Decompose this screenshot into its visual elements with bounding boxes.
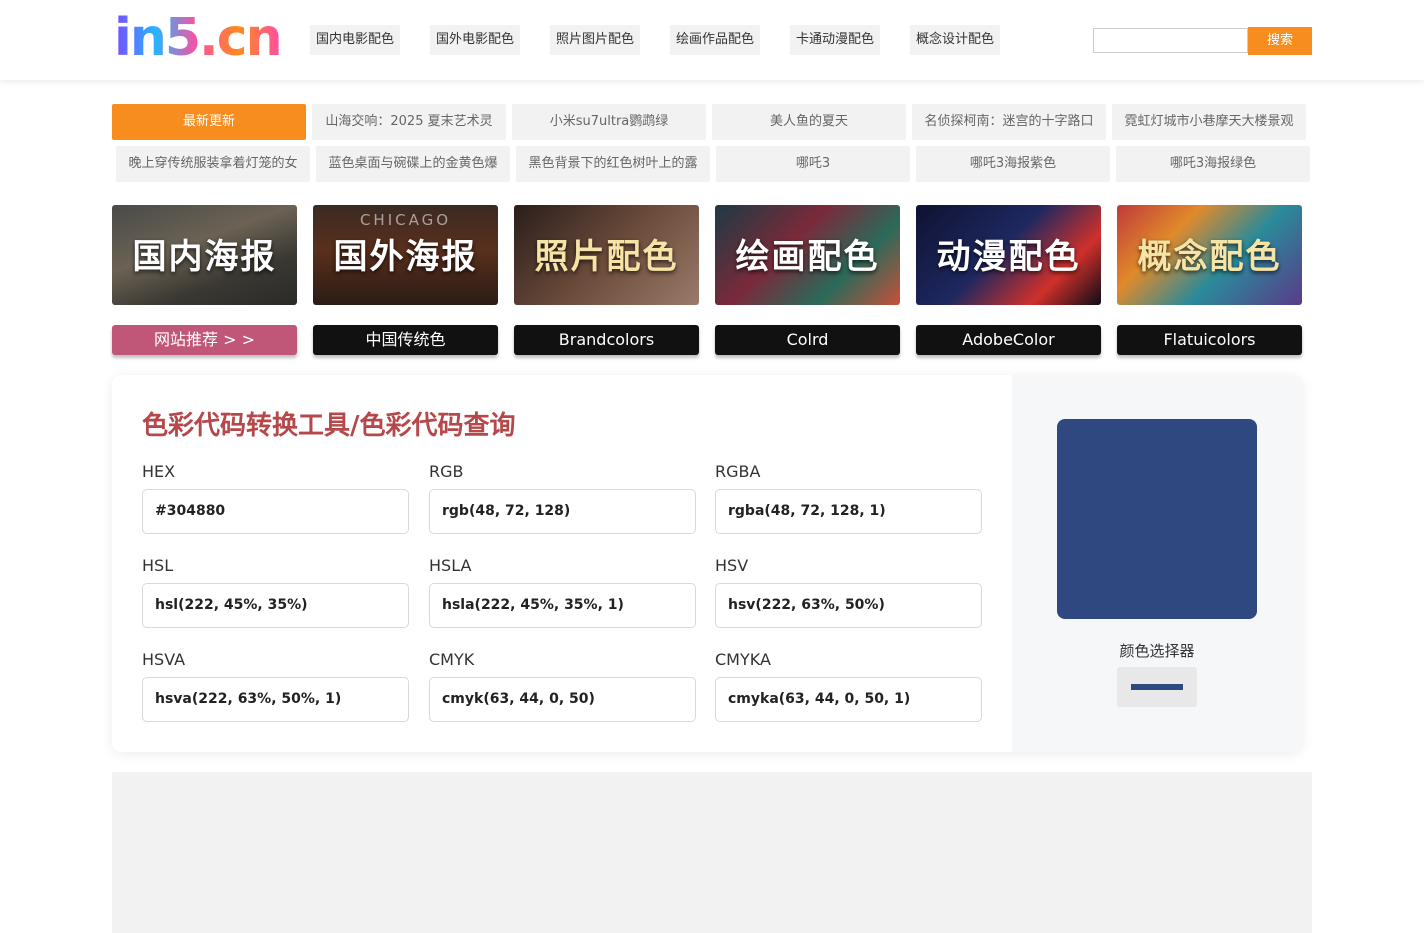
cmyka-field[interactable]: cmyka(63, 44, 0, 50, 1): [715, 677, 982, 722]
update-link[interactable]: 哪吒3: [716, 146, 910, 182]
tile-domestic-poster[interactable]: 国内海报: [112, 205, 297, 305]
tile-painting-colors[interactable]: 绘画配色: [715, 205, 900, 305]
rgb-field[interactable]: rgb(48, 72, 128): [429, 489, 696, 534]
link-flatuicolors[interactable]: Flatuicolors: [1117, 325, 1302, 355]
recommended-sites-button[interactable]: 网站推荐 > >: [112, 325, 297, 355]
nav-painting[interactable]: 绘画作品配色: [670, 25, 761, 55]
nav-domestic-film[interactable]: 国内电影配色: [310, 25, 401, 55]
cmyk-label: CMYK: [429, 650, 475, 669]
hsl-field[interactable]: hsl(222, 45%, 35%): [142, 583, 409, 628]
nav-photo[interactable]: 照片图片配色: [550, 25, 641, 55]
update-link[interactable]: 霓虹灯城市小巷摩天大楼景观: [1112, 104, 1306, 140]
tile-label: 国外海报: [333, 237, 478, 277]
color-picker-bar: [1131, 684, 1183, 690]
hex-label: HEX: [142, 462, 176, 481]
hsv-field[interactable]: hsv(222, 63%, 50%): [715, 583, 982, 628]
hsla-label: HSLA: [429, 556, 472, 575]
update-link[interactable]: 黑色背景下的红色树叶上的露: [516, 146, 710, 182]
latest-updates-label[interactable]: 最新更新: [112, 104, 306, 140]
tile-anime-colors[interactable]: 动漫配色: [916, 205, 1101, 305]
update-link[interactable]: 美人鱼的夏天: [712, 104, 906, 140]
cmyk-field[interactable]: cmyk(63, 44, 0, 50): [429, 677, 696, 722]
tile-label: 绘画配色: [735, 237, 880, 277]
update-link[interactable]: 晚上穿传统服装拿着灯笼的女: [116, 146, 310, 182]
tile-concept-colors[interactable]: 概念配色: [1117, 205, 1302, 305]
hex-field[interactable]: #304880: [142, 489, 409, 534]
hsla-field[interactable]: hsla(222, 45%, 35%, 1): [429, 583, 696, 628]
converter-title: 色彩代码转换工具/色彩代码查询: [142, 411, 516, 441]
site-logo[interactable]: in5.cn: [114, 10, 283, 66]
tile-sub-text: CHICAGO: [359, 211, 452, 229]
link-brandcolors[interactable]: Brandcolors: [514, 325, 699, 355]
update-link[interactable]: 哪吒3海报紫色: [916, 146, 1110, 182]
update-link[interactable]: 蓝色桌面与碗碟上的金黄色爆: [316, 146, 510, 182]
hsv-label: HSV: [715, 556, 749, 575]
search-button[interactable]: 搜索: [1248, 27, 1312, 55]
update-link[interactable]: 山海交响：2025 夏末艺术灵: [312, 104, 506, 140]
tile-label: 照片配色: [534, 237, 679, 277]
tile-label: 概念配色: [1137, 237, 1282, 277]
color-preview-panel: 颜色选择器: [1012, 375, 1302, 752]
rgba-field[interactable]: rgba(48, 72, 128, 1): [715, 489, 982, 534]
link-chinese-colors[interactable]: 中国传统色: [313, 325, 498, 355]
bottom-ad-area: [112, 772, 1312, 933]
cmyka-label: CMYKA: [715, 650, 771, 669]
color-picker-label: 颜色选择器: [1119, 642, 1195, 660]
hsva-label: HSVA: [142, 650, 186, 669]
link-colrd[interactable]: Colrd: [715, 325, 900, 355]
update-link[interactable]: 哪吒3海报绿色: [1116, 146, 1310, 182]
color-swatch: [1057, 419, 1257, 619]
tile-foreign-poster[interactable]: CHICAGO 国外海报: [313, 205, 498, 305]
tile-label: 动漫配色: [936, 237, 1081, 277]
color-picker[interactable]: [1117, 667, 1197, 707]
nav-anime[interactable]: 卡通动漫配色: [790, 25, 881, 55]
update-link[interactable]: 小米su7ultra鹦鹉绿: [512, 104, 706, 140]
nav-concept[interactable]: 概念设计配色: [910, 25, 1001, 55]
rgb-label: RGB: [429, 462, 464, 481]
update-link[interactable]: 名侦探柯南：迷宫的十字路口: [912, 104, 1106, 140]
search-input[interactable]: [1093, 28, 1248, 53]
site-header: in5.cn 国内电影配色 国外电影配色 照片图片配色 绘画作品配色 卡通动漫配…: [0, 0, 1424, 80]
tile-label: 国内海报: [132, 237, 277, 277]
hsva-field[interactable]: hsva(222, 63%, 50%, 1): [142, 677, 409, 722]
color-converter-card: 色彩代码转换工具/色彩代码查询 HEX #304880 RGB rgb(48, …: [112, 375, 1302, 752]
nav-foreign-film[interactable]: 国外电影配色: [430, 25, 521, 55]
rgba-label: RGBA: [715, 462, 761, 481]
hsl-label: HSL: [142, 556, 174, 575]
link-adobecolor[interactable]: AdobeColor: [916, 325, 1101, 355]
tile-photo-colors[interactable]: 照片配色: [514, 205, 699, 305]
